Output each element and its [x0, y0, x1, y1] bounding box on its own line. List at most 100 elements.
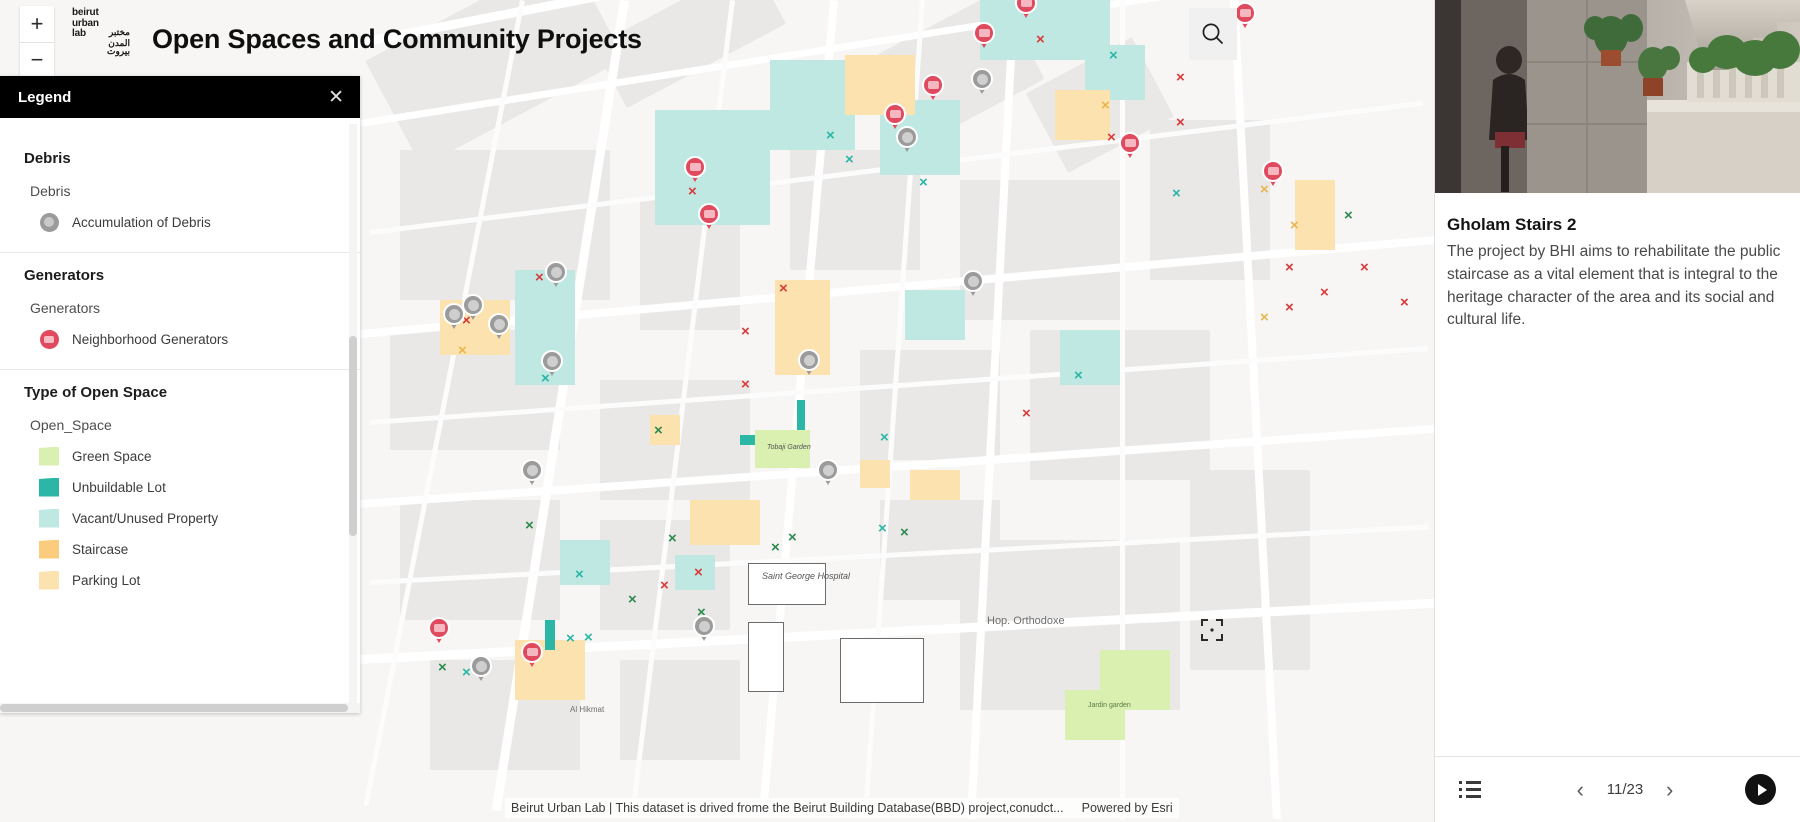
map-x-marker[interactable]: ×	[1036, 32, 1045, 47]
map-x-marker[interactable]: ×	[566, 631, 575, 646]
map-x-marker[interactable]: ×	[1260, 310, 1269, 325]
debris-marker[interactable]	[545, 261, 567, 289]
open-space-polygon[interactable]	[860, 460, 890, 488]
page-title: Open Spaces and Community Projects	[152, 24, 642, 54]
fullscreen-button[interactable]	[1195, 613, 1229, 647]
map-x-marker[interactable]: ×	[1107, 130, 1116, 145]
map-x-marker[interactable]: ×	[1400, 295, 1409, 310]
open-space-polygon[interactable]	[1065, 690, 1125, 740]
generator-marker[interactable]	[1015, 0, 1037, 20]
legend-swatch	[38, 329, 60, 349]
map-x-marker[interactable]: ×	[1172, 186, 1181, 201]
map-x-marker[interactable]: ×	[1285, 260, 1294, 275]
map-x-marker[interactable]: ×	[575, 567, 584, 582]
map-x-marker[interactable]: ×	[1285, 300, 1294, 315]
map-x-marker[interactable]: ×	[660, 578, 669, 593]
previous-record-button[interactable]: ‹	[1577, 778, 1584, 801]
generator-marker[interactable]	[684, 156, 706, 184]
map-x-marker[interactable]: ×	[1101, 98, 1110, 113]
generator-marker[interactable]	[922, 74, 944, 102]
open-space-polygon[interactable]	[690, 500, 760, 545]
open-space-polygon[interactable]	[1295, 180, 1335, 250]
debris-marker[interactable]	[470, 655, 492, 683]
map-x-marker[interactable]: ×	[919, 175, 928, 190]
map-x-marker[interactable]: ×	[1074, 368, 1083, 383]
generator-marker[interactable]	[428, 617, 450, 645]
map-x-marker[interactable]: ×	[1344, 208, 1353, 223]
search-button[interactable]	[1189, 8, 1237, 60]
map-x-marker[interactable]: ×	[654, 423, 663, 438]
map-building-outline	[840, 638, 924, 703]
debris-marker[interactable]	[521, 459, 543, 487]
play-slideshow-button[interactable]	[1745, 774, 1776, 805]
debris-marker[interactable]	[488, 313, 510, 341]
map-x-marker[interactable]: ×	[628, 592, 637, 607]
legend-item: Staircase	[0, 539, 360, 559]
open-space-polygon[interactable]	[905, 290, 965, 340]
map-x-marker[interactable]: ×	[880, 430, 889, 445]
map-x-marker[interactable]: ×	[1176, 115, 1185, 130]
legend-header: Legend ✕	[0, 76, 360, 118]
map-x-marker[interactable]: ×	[1290, 218, 1299, 233]
map-x-marker[interactable]: ×	[668, 531, 677, 546]
next-record-button[interactable]: ›	[1666, 778, 1673, 801]
map-x-marker[interactable]: ×	[878, 521, 887, 536]
map-x-marker[interactable]: ×	[900, 525, 909, 540]
open-space-polygon[interactable]	[910, 470, 960, 500]
debris-marker[interactable]	[798, 349, 820, 377]
legend-panel[interactable]: Legend ✕ Debris Debris Accumulation of D…	[0, 76, 360, 713]
debris-marker[interactable]	[693, 615, 715, 643]
zoom-control[interactable]: + −	[20, 6, 54, 78]
map-x-marker[interactable]: ×	[584, 630, 593, 645]
debris-marker[interactable]	[962, 270, 984, 298]
map-x-marker[interactable]: ×	[845, 152, 854, 167]
generator-marker[interactable]	[1262, 160, 1284, 188]
zoom-out-button[interactable]: −	[20, 41, 54, 79]
debris-marker[interactable]	[896, 126, 918, 154]
detail-side-panel: Gholam Stairs 2 The project by BHI aims …	[1434, 0, 1800, 822]
map-x-marker[interactable]: ×	[458, 343, 467, 358]
open-space-polygon[interactable]	[560, 540, 610, 585]
legend-swatch	[38, 508, 60, 528]
project-details: Gholam Stairs 2 The project by BHI aims …	[1435, 193, 1800, 756]
map-x-marker[interactable]: ×	[1109, 48, 1118, 63]
open-space-polygon[interactable]	[545, 620, 555, 650]
generator-circle-icon	[39, 329, 59, 349]
map-x-marker[interactable]: ×	[779, 281, 788, 296]
debris-marker[interactable]	[971, 68, 993, 96]
map-x-marker[interactable]: ×	[1022, 406, 1031, 421]
map-x-marker[interactable]: ×	[1360, 260, 1369, 275]
map-x-marker[interactable]: ×	[1176, 70, 1185, 85]
legend-item-label: Green Space	[72, 448, 152, 464]
generator-marker[interactable]	[521, 641, 543, 669]
map-x-marker[interactable]: ×	[438, 660, 447, 675]
generator-marker[interactable]	[698, 203, 720, 231]
map-x-marker[interactable]: ×	[694, 565, 703, 580]
attribution-text: Beirut Urban Lab | This dataset is drive…	[511, 801, 1064, 815]
close-icon[interactable]: ✕	[328, 88, 344, 107]
open-space-polygon[interactable]	[1065, 340, 1100, 370]
zoom-in-button[interactable]: +	[20, 6, 54, 42]
generator-marker[interactable]	[1234, 2, 1256, 30]
debris-marker[interactable]	[817, 459, 839, 487]
map-x-marker[interactable]: ×	[688, 184, 697, 199]
legend-item: Accumulation of Debris	[0, 212, 360, 232]
map-x-marker[interactable]: ×	[741, 324, 750, 339]
legend-scrollbar-thumb[interactable]	[349, 336, 357, 536]
debris-marker[interactable]	[462, 294, 484, 322]
map-x-marker[interactable]: ×	[771, 540, 780, 555]
generator-marker[interactable]	[973, 22, 995, 50]
open-space-polygon[interactable]	[770, 60, 855, 150]
map-x-marker[interactable]: ×	[1320, 285, 1329, 300]
list-view-button[interactable]	[1459, 781, 1505, 798]
map-x-marker[interactable]: ×	[788, 530, 797, 545]
map-x-marker[interactable]: ×	[741, 377, 750, 392]
open-space-polygon[interactable]	[797, 400, 805, 430]
map-x-marker[interactable]: ×	[826, 128, 835, 143]
map-x-marker[interactable]: ×	[535, 270, 544, 285]
generator-marker[interactable]	[1119, 132, 1141, 160]
legend-body[interactable]: Debris Debris Accumulation of Debris Gen…	[0, 118, 360, 713]
debris-marker[interactable]	[541, 350, 563, 378]
legend-hscrollbar-thumb[interactable]	[0, 704, 348, 712]
map-x-marker[interactable]: ×	[525, 518, 534, 533]
